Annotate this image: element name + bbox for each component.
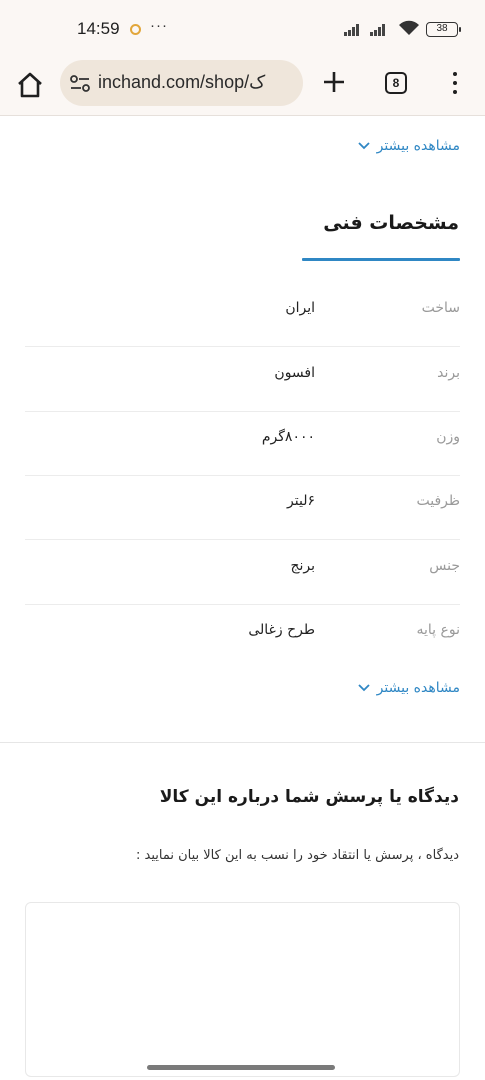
new-tab-button[interactable] <box>319 65 349 97</box>
url-text[interactable]: inchand.com/shop/ک <box>98 72 265 93</box>
spec-label: برند <box>437 365 460 381</box>
spec-row: ساخت ایران <box>25 282 460 347</box>
home-icon[interactable] <box>14 69 46 101</box>
browser-toolbar: inchand.com/shop/ک 8 <box>0 58 485 116</box>
plus-icon <box>324 72 344 92</box>
specs-see-more-link[interactable]: مشاهده بیشتر <box>357 680 460 696</box>
specs-title-underline <box>302 258 460 261</box>
spec-value: برنج <box>290 558 315 574</box>
notification-emoji-icon <box>130 24 141 35</box>
spec-row: برند افسون <box>25 347 460 412</box>
spec-value: طرح زغالی <box>248 622 315 638</box>
spec-label: نوع پایه <box>416 622 461 638</box>
spec-row: نوع پایه طرح زغالی <box>25 604 460 669</box>
url-bar[interactable]: inchand.com/shop/ک <box>60 60 303 106</box>
spec-label: ساخت <box>421 300 460 316</box>
see-more-label: مشاهده بیشتر <box>376 680 460 696</box>
more-notifications-icon: ··· <box>150 17 168 34</box>
description-see-more-link[interactable]: مشاهده بیشتر <box>357 138 460 154</box>
comments-title: دیدگاه یا پرسش شما درباره این کالا <box>159 787 459 807</box>
spec-value: ایران <box>285 300 315 316</box>
tab-count: 8 <box>392 76 400 90</box>
home-indicator[interactable] <box>147 1065 335 1070</box>
signal-strength-icon-2 <box>370 22 390 36</box>
status-bar: 14:59 ··· 38 <box>0 0 485 58</box>
spec-row: جنس برنج <box>25 540 460 605</box>
battery-level: 38 <box>436 23 448 34</box>
signal-strength-icon <box>344 22 364 36</box>
spec-row: وزن ۸۰۰۰گرم <box>25 411 460 476</box>
specs-title: مشخصات فنی <box>323 212 459 234</box>
spec-label: وزن <box>436 429 460 445</box>
spec-value: افسون <box>274 365 315 381</box>
tune-icon[interactable] <box>69 75 91 93</box>
see-more-label: مشاهده بیشتر <box>376 138 460 154</box>
spec-value: ۸۰۰۰گرم <box>261 429 315 445</box>
spec-label: جنس <box>429 558 460 574</box>
comments-hint: دیدگاه ، پرسش یا انتقاد خود را نسب به ای… <box>135 848 459 863</box>
tabs-button[interactable]: 8 <box>385 72 407 94</box>
spec-row: ظرفیت ۶لیتر <box>25 475 460 540</box>
spec-label: ظرفیت <box>416 493 460 509</box>
battery-icon: 38 <box>426 22 461 37</box>
spec-value: ۶لیتر <box>287 493 315 509</box>
more-vert-icon[interactable] <box>448 70 462 96</box>
chevron-down-icon <box>358 684 370 692</box>
chevron-down-icon <box>358 142 370 150</box>
wifi-icon <box>399 20 419 35</box>
section-divider <box>0 742 485 743</box>
status-time: 14:59 <box>77 19 120 38</box>
comment-textarea[interactable] <box>25 902 460 1077</box>
